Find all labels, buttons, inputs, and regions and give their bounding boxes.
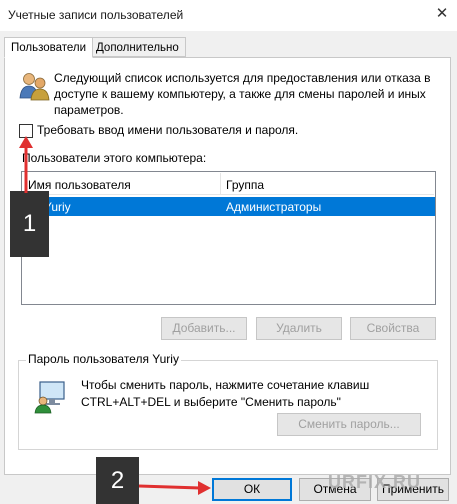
arrow-2 [138,481,211,495]
watermark: URFIX.RU [328,472,421,492]
annotation-arrows [19,136,211,495]
tab-users[interactable]: Пользователи [4,37,94,58]
arrow-1 [19,136,33,193]
